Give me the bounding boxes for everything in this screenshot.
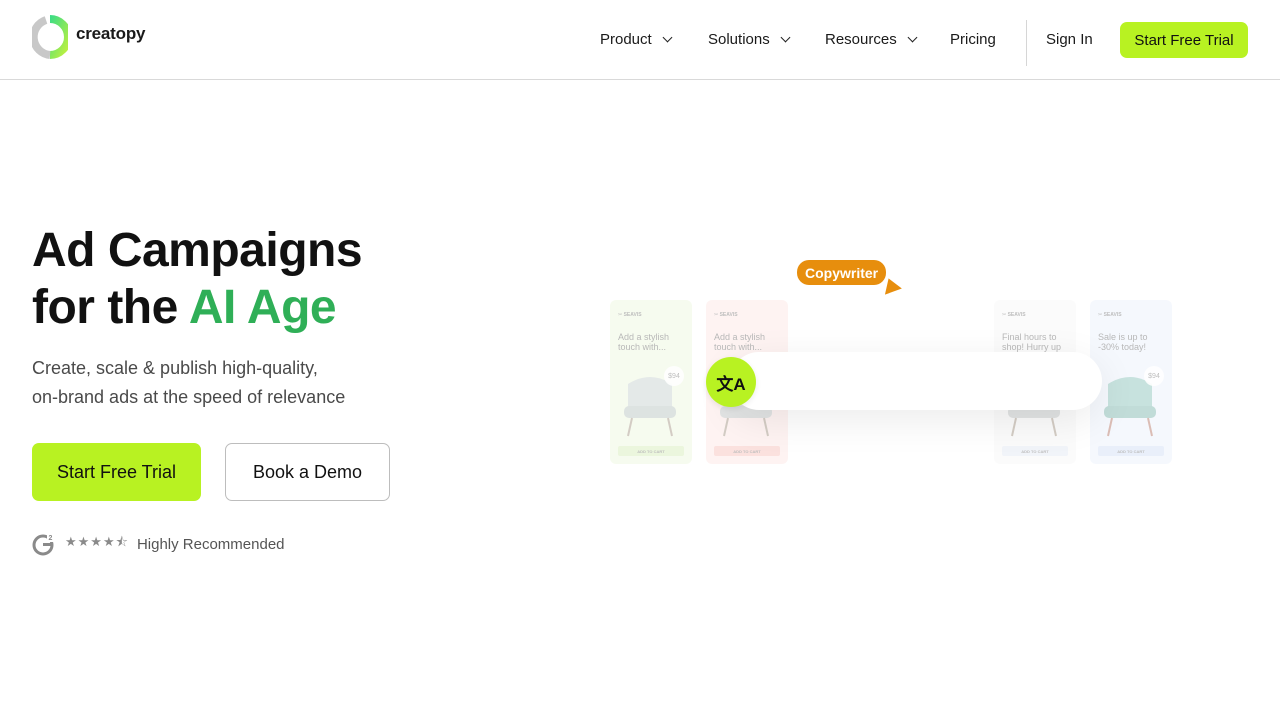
card-copy: Add a stylish touch with...	[714, 332, 766, 352]
ad-preview-card: ✂ SEAVIS Sale is up to -30% today! $94 A…	[1090, 300, 1172, 464]
svg-text:2: 2	[49, 535, 53, 542]
card-brand: ✂ SEAVIS	[1002, 312, 1026, 318]
rating-label: Highly Recommended	[136, 535, 285, 553]
nav-product[interactable]: Product	[600, 31, 673, 48]
prompt-bar	[730, 352, 1102, 410]
hero-title-line2-prefix: for the	[32, 281, 189, 334]
copywriter-tag: Copywriter	[797, 260, 887, 285]
card-cta: ADD TO CART	[1098, 446, 1164, 456]
nav-divider	[1026, 20, 1027, 66]
creatopy-logo[interactable]: creatopy	[32, 15, 145, 59]
nav-resources[interactable]: Resources	[825, 31, 918, 48]
book-demo-button[interactable]: Book a Demo	[225, 443, 390, 501]
nav-pricing-label: Pricing	[950, 31, 996, 48]
hero-subtitle-line1: Create, scale & publish high-quality,	[32, 358, 318, 378]
rating-row: 2 ★★★★⯪ Highly Recommended	[32, 532, 285, 556]
logo-text: creatopy	[76, 24, 146, 43]
hero-illustration: ✂ SEAVIS Add a stylish touch with... $94…	[600, 230, 1200, 490]
nav-solutions-label: Solutions	[708, 31, 770, 48]
header-start-free-trial-button[interactable]: Start Free Trial	[1120, 22, 1248, 58]
card-brand: ✂ SEAVIS	[618, 312, 642, 318]
card-copy: Add a stylish touch with...	[618, 332, 670, 352]
hero-title-highlight: AI Age	[188, 281, 337, 334]
nav-pricing[interactable]: Pricing	[950, 31, 996, 48]
creatopy-logo-mark-icon	[32, 15, 68, 59]
hero-title-line1: Ad Campaigns	[32, 224, 363, 277]
card-cta: ADD TO CART	[714, 446, 780, 456]
card-price: $94	[664, 366, 684, 386]
g2-logo-icon: 2	[32, 534, 55, 556]
nav-product-label: Product	[600, 31, 652, 48]
nav-solutions[interactable]: Solutions	[708, 31, 791, 48]
nav-resources-label: Resources	[825, 31, 897, 48]
card-copy: Sale is up to -30% today!	[1098, 332, 1148, 352]
chevron-down-icon	[662, 32, 673, 43]
hero-subtitle: Create, scale & publish high-quality, on…	[32, 354, 432, 412]
chevron-down-icon	[780, 32, 791, 43]
card-brand: ✂ SEAVIS	[714, 312, 738, 318]
chevron-down-icon	[907, 32, 918, 43]
hero-title: Ad Campaigns for the AI Age	[32, 222, 363, 336]
hero-start-free-trial-button[interactable]: Start Free Trial	[32, 443, 201, 501]
site-header: creatopy Product Solutions Resources Pri…	[0, 0, 1280, 80]
rating-stars-icon: ★★★★⯪	[65, 534, 129, 549]
card-cta: ADD TO CART	[1002, 446, 1068, 456]
card-copy: Final hours to shop! Hurry up	[1002, 332, 1062, 352]
hero-subtitle-line2: on-brand ads at the speed of relevance	[32, 387, 346, 407]
card-cta: ADD TO CART	[618, 446, 684, 456]
translate-icon: 文A	[706, 357, 756, 407]
card-price: $94	[1144, 366, 1164, 386]
sign-in-link[interactable]: Sign In	[1046, 31, 1093, 48]
card-brand: ✂ SEAVIS	[1098, 312, 1122, 318]
ad-preview-card: ✂ SEAVIS Add a stylish touch with... $94…	[610, 300, 692, 464]
